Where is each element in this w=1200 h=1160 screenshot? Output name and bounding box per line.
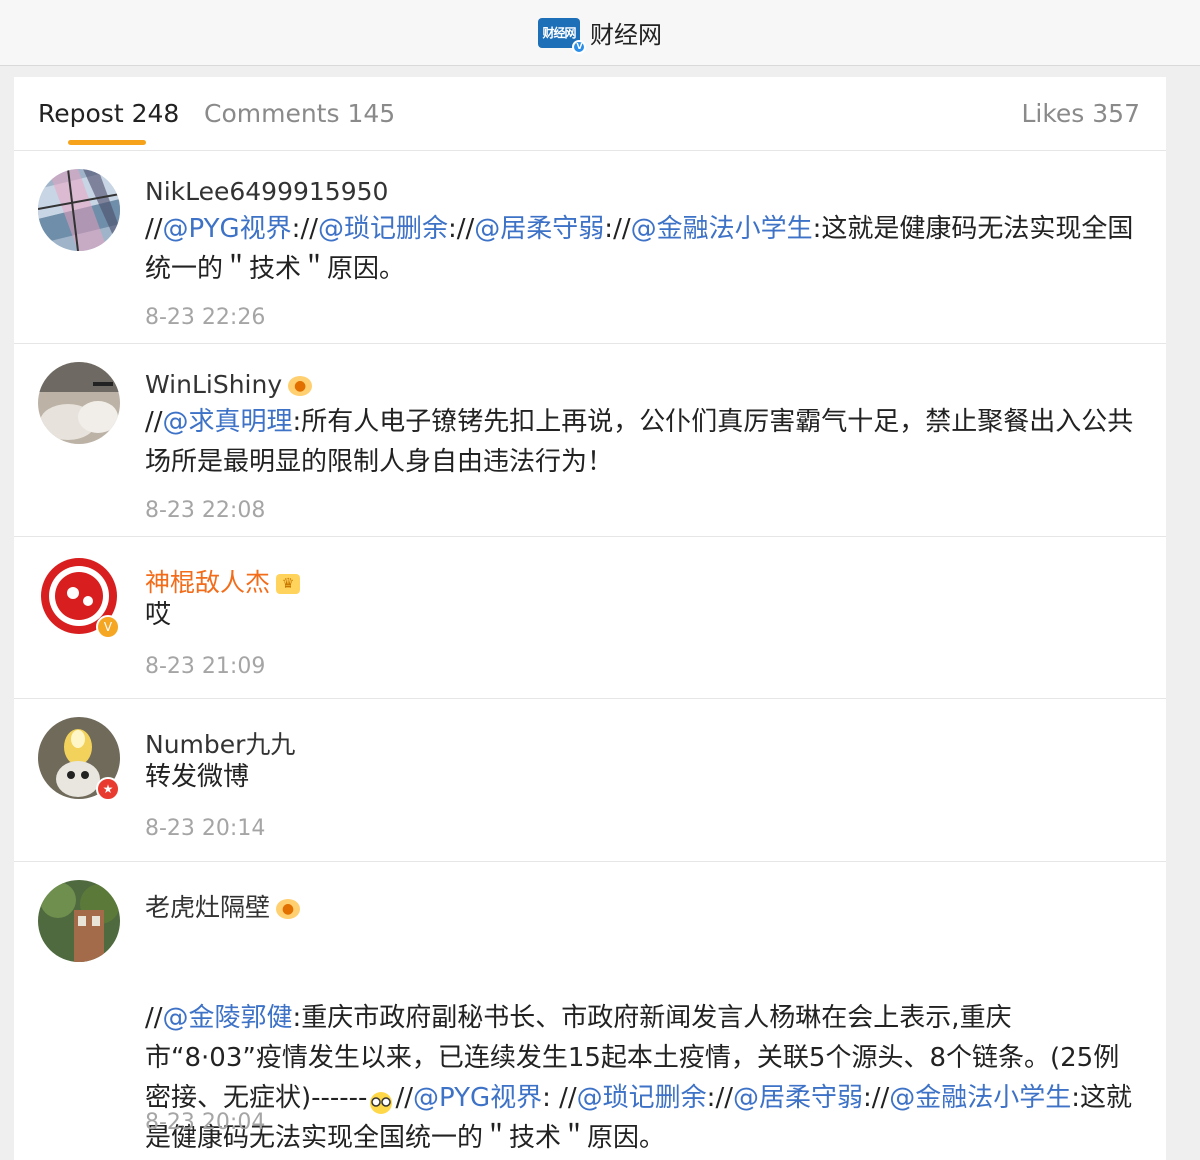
tab-repost-count: 248 [131,99,180,128]
repost-card: Repost 248 Comments 145 Likes 357 NikLee… [14,77,1166,1160]
mention-link[interactable]: @PYG视界 [163,214,292,244]
timestamp: 8-23 21:09 [145,654,266,679]
crown-vip-icon: ♛ [276,574,301,594]
repost-item: WinLiShiny ● //@求真明理:所有人电子镣铐先扣上再说，公仆们真厉害霸… [14,344,1166,537]
glasses-emoji-icon [367,1087,395,1114]
avatar-image [38,880,120,962]
mention-link[interactable]: @居柔守弱 [474,214,604,244]
brand-logo-text: 财经网 [542,26,576,40]
tab-repost[interactable]: Repost 248 [38,99,179,128]
username-row: WinLiShiny ● [145,370,313,399]
avatar-image [38,169,120,251]
username[interactable]: NikLee6499915950 [145,177,388,206]
mention-link[interactable]: @PYG视界 [413,1083,542,1113]
repost-text: //@求真明理:所有人电子镣铐先扣上再说，公仆们真厉害霸气十足，禁止聚餐出入公共… [145,402,1145,482]
tab-likes-label: Likes [1021,99,1085,128]
avatar-image [38,362,120,444]
repost-item: V 神棍敌人杰 ♛ 哎 8-23 21:09 [14,537,1166,699]
top-header: 财经网 V 财经网 [0,0,1200,66]
avatar[interactable] [38,880,120,962]
repost-text: //@金陵郭健:重庆市政府副秘书长、市政府新闻发言人杨琳在会上表示,重庆市“8·… [145,998,1145,1158]
colon-separator: : [447,214,457,244]
slash-separator: // [145,214,163,244]
repost-item: 老虎灶隔壁 ● //@金陵郭健:重庆市政府副秘书长、市政府新闻发言人杨琳在会上表示… [14,862,1166,1160]
tab-comments-count: 145 [347,99,396,128]
slash-separator: // [456,214,475,244]
mention-link[interactable]: @琐记删余 [577,1083,707,1113]
tab-bar: Repost 248 Comments 145 Likes 357 [14,77,1166,151]
body-text: 转发微博 [145,762,250,792]
avatar[interactable]: V [38,555,120,639]
mention-link[interactable]: @琐记删余 [318,214,448,244]
avatar[interactable]: ★ [38,717,120,801]
slash-separator: // [145,1003,163,1033]
verified-badge-icon: V [96,615,120,639]
body-text: :所有人电子镣铐先扣上再说，公仆们真厉害霸气十足，禁止聚餐出入公共场所是最明显的… [145,407,1134,477]
timestamp: 8-23 22:26 [145,305,266,330]
slash-separator: // [871,1083,890,1113]
timestamp: 8-23 20:04 [145,1110,266,1135]
mention-link[interactable]: @金融法小学生 [631,214,813,244]
repost-text: 转发微博 [145,757,1145,797]
username-row: 神棍敌人杰 ♛ [145,563,301,599]
slash-separator: // [300,214,318,244]
active-tab-indicator [68,140,146,145]
timestamp: 8-23 22:08 [145,498,266,523]
tab-likes[interactable]: Likes 357 [1021,99,1140,128]
username[interactable]: Number九九 [145,725,295,761]
mention-link[interactable]: @求真明理 [163,407,293,437]
slash-separator: // [613,214,631,244]
pufferfish-icon: ● [288,376,313,396]
avatar[interactable] [38,362,120,444]
slash-separator: // [395,1083,413,1113]
username[interactable]: WinLiShiny [145,370,282,399]
slash-separator: // [145,407,163,437]
slash-separator: // [715,1083,733,1113]
tab-repost-label: Repost [38,99,124,128]
star-badge-icon: ★ [96,777,120,801]
username[interactable]: 神棍敌人杰 [145,568,270,597]
username[interactable]: 老虎灶隔壁 [145,893,270,922]
repost-item: NikLee6499915950 //@PYG视界://@琐记删余://@居柔守… [14,151,1166,344]
pufferfish-icon: ● [276,899,301,919]
colon-separator: : // [542,1083,577,1113]
colon-separator: : [604,214,614,244]
mention-link[interactable]: @金陵郭健 [163,1003,293,1033]
username-row: 老虎灶隔壁 ● [145,888,301,924]
mention-link[interactable]: @居柔守弱 [733,1083,863,1113]
brand-logo: 财经网 V [538,17,586,54]
brand[interactable]: 财经网 V 财经网 [538,15,662,54]
timestamp: 8-23 20:14 [145,816,266,841]
brand-name: 财经网 [590,21,662,49]
repost-text: //@PYG视界://@琐记删余://@居柔守弱://@金融法小学生:这就是健康… [145,209,1145,289]
tab-likes-count: 357 [1092,99,1140,128]
body-text: 哎 [145,600,172,630]
avatar[interactable] [38,169,120,251]
tab-comments[interactable]: Comments 145 [204,99,395,128]
tab-comments-label: Comments [204,99,340,128]
repost-text: 哎 [145,595,1145,635]
colon-separator: : [862,1083,872,1113]
repost-item: ★ Number九九 转发微博 8-23 20:14 [14,699,1166,862]
mention-link[interactable]: @金融法小学生 [889,1083,1071,1113]
verified-v-icon: V [572,39,586,54]
